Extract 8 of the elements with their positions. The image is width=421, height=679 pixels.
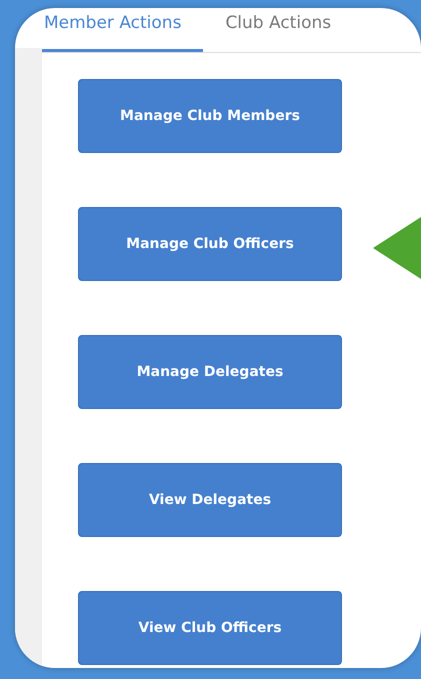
pointer-arrow-icon bbox=[373, 217, 421, 279]
action-button[interactable]: Manage Club Members bbox=[78, 79, 342, 153]
action-button[interactable]: View Delegates bbox=[78, 463, 342, 537]
action-button[interactable]: View Club Officers bbox=[78, 591, 342, 665]
action-button[interactable]: Manage Delegates bbox=[78, 335, 342, 409]
tab[interactable]: Club Actions bbox=[223, 8, 332, 52]
tab[interactable]: Member Actions bbox=[42, 8, 204, 52]
action-button[interactable]: Manage Club Officers bbox=[78, 207, 342, 281]
